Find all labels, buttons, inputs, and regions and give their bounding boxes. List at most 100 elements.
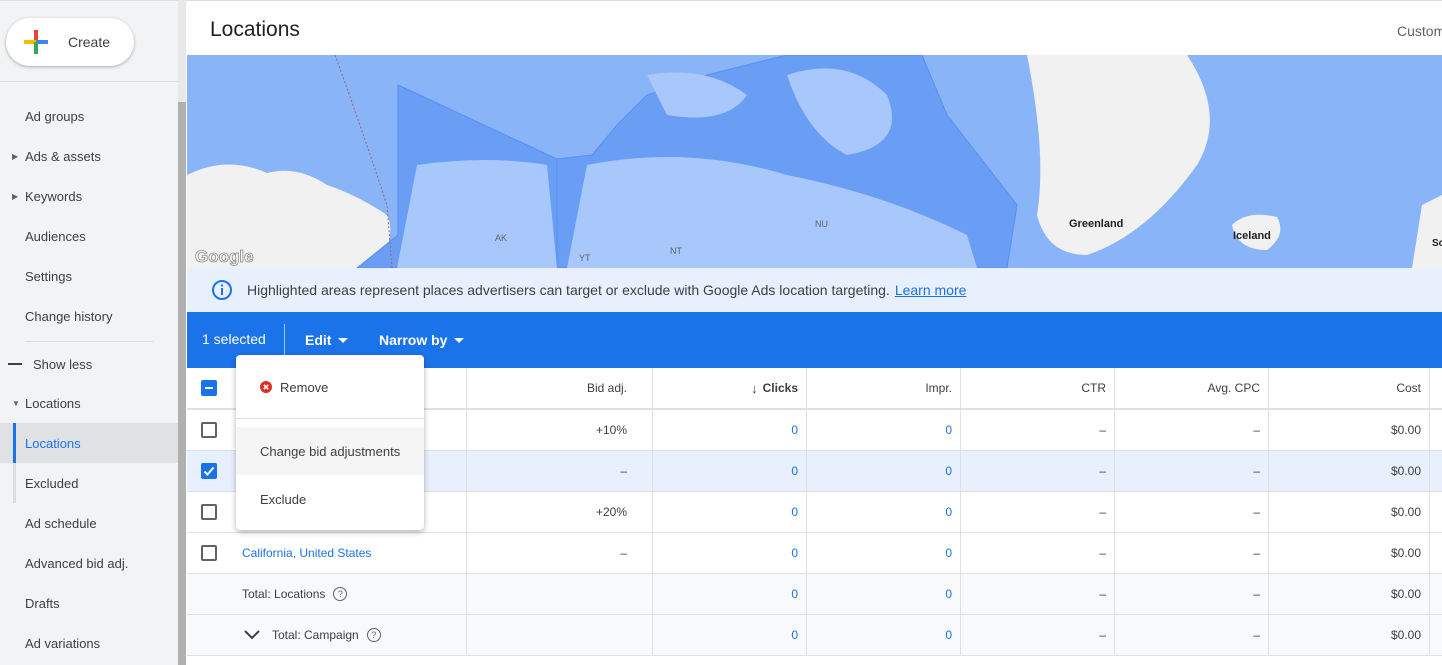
nav-locations[interactable]: Locations — [0, 423, 178, 463]
map-label-sc: Sc — [1432, 238, 1442, 249]
nav-keywords[interactable]: ▶ Keywords — [0, 176, 178, 216]
impr-cell: 0 — [807, 410, 961, 450]
column-avg-cpc[interactable]: Avg. CPC — [1115, 368, 1269, 408]
menu-item-change-bid[interactable]: Change bid adjustments — [236, 427, 424, 475]
show-less-button[interactable]: Show less — [0, 344, 178, 384]
nav-label: Locations — [25, 395, 81, 411]
bid-adj-cell[interactable]: +10% — [467, 410, 653, 450]
ctr-cell: – — [961, 533, 1115, 573]
nav-ad-groups[interactable]: Ad groups — [0, 96, 178, 136]
divider — [284, 324, 285, 356]
clicks-cell: 0 — [653, 533, 807, 573]
info-banner: Highlighted areas represent places adver… — [187, 268, 1442, 312]
nav-label: Advanced bid adj. — [25, 555, 129, 571]
location-link[interactable]: California, United States — [242, 546, 371, 560]
cost-cell: $0.00 — [1269, 615, 1430, 655]
customize-button[interactable]: Customize — [1397, 23, 1442, 39]
nav-label: Excluded — [25, 475, 79, 491]
column-clicks[interactable]: ↓ Clicks — [653, 368, 807, 408]
cpc-cell: – — [1115, 574, 1269, 614]
row-checkbox[interactable] — [200, 504, 217, 520]
bid-adj-cell[interactable]: +20% — [467, 492, 653, 532]
plus-icon — [24, 30, 48, 54]
map-label-iceland: Iceland — [1233, 230, 1271, 242]
nav-ad-schedule[interactable]: Ad schedule — [0, 503, 178, 543]
nav-label: Ad schedule — [25, 515, 97, 531]
ctr-cell: – — [961, 615, 1115, 655]
page-title: Locations — [210, 18, 300, 41]
bid-adj-cell[interactable]: – — [467, 451, 653, 491]
map-label-nt: NT — [670, 246, 682, 256]
nav-settings[interactable]: Settings — [0, 256, 178, 296]
column-ctr[interactable]: CTR — [961, 368, 1115, 408]
create-label: Create — [68, 34, 111, 50]
cpc-cell: – — [1115, 533, 1269, 573]
nav-excluded[interactable]: Excluded — [0, 463, 178, 503]
impr-cell: 0 — [807, 615, 961, 655]
column-impr[interactable]: Impr. — [807, 368, 961, 408]
google-logo: Google — [195, 247, 254, 266]
bid-adj-cell[interactable]: – — [467, 533, 653, 573]
row-checkbox[interactable] — [200, 463, 217, 479]
edit-menu: Remove Change bid adjustments Exclude — [236, 355, 424, 530]
ctr-cell: – — [961, 451, 1115, 491]
menu-item-remove[interactable]: Remove — [236, 363, 424, 411]
nav-audiences[interactable]: Audiences — [0, 216, 178, 256]
edit-dropdown[interactable]: Edit — [305, 332, 349, 348]
check-icon — [203, 466, 214, 476]
divider — [0, 81, 178, 82]
total-row: Total: Locations? 0 0 – – $0.00 — [187, 574, 1442, 615]
cost-cell: $0.00 — [1269, 533, 1430, 573]
ctr-cell: – — [961, 574, 1115, 614]
row-checkbox[interactable] — [200, 422, 217, 438]
scrollbar-thumb[interactable] — [178, 102, 186, 665]
nav-ad-variations[interactable]: Ad variations — [0, 623, 178, 663]
map-graphic: Greenland Iceland AK YT NT NU Sc Google — [187, 55, 1442, 268]
remove-icon — [260, 381, 272, 393]
total-label: Total: Locations — [242, 587, 326, 601]
nav-label: Locations — [25, 435, 81, 451]
narrow-by-dropdown[interactable]: Narrow by — [379, 332, 465, 348]
map-label-greenland: Greenland — [1069, 218, 1123, 230]
cost-cell: $0.00 — [1269, 492, 1430, 532]
create-button[interactable]: Create — [6, 18, 134, 66]
impr-cell: 0 — [807, 451, 961, 491]
column-bid-adj[interactable]: Bid adj. — [467, 368, 653, 408]
menu-item-exclude[interactable]: Exclude — [236, 475, 424, 523]
narrow-label: Narrow by — [379, 332, 448, 348]
nav-label: Drafts — [25, 595, 60, 611]
total-row: Total: Campaign? 0 0 – – $0.00 — [187, 615, 1442, 656]
cpc-cell: – — [1115, 615, 1269, 655]
nav-change-history[interactable]: Change history — [0, 296, 178, 336]
selected-count: 1 selected — [202, 331, 266, 347]
impr-cell: 0 — [807, 533, 961, 573]
ctr-cell: – — [961, 492, 1115, 532]
help-icon[interactable]: ? — [366, 628, 381, 642]
edit-label: Edit — [305, 332, 332, 348]
info-text: Highlighted areas represent places adver… — [247, 282, 890, 298]
ctr-cell: – — [961, 410, 1115, 450]
divider — [25, 341, 153, 342]
menu-label: Exclude — [260, 491, 307, 507]
nav-ads-assets[interactable]: ▶ Ads & assets — [0, 136, 178, 176]
cost-cell: $0.00 — [1269, 574, 1430, 614]
total-label: Total: Campaign — [272, 628, 359, 642]
help-icon[interactable]: ? — [333, 587, 348, 601]
learn-more-link[interactable]: Learn more — [895, 282, 967, 298]
row-checkbox[interactable] — [200, 545, 217, 561]
column-cost[interactable]: Cost — [1269, 368, 1430, 408]
menu-label: Remove — [280, 379, 329, 395]
nav-advanced-bid[interactable]: Advanced bid adj. — [0, 543, 178, 583]
clicks-cell: 0 — [653, 410, 807, 450]
impr-cell: 0 — [807, 574, 961, 614]
nav-locations-group[interactable]: ▼ Locations — [0, 383, 178, 423]
nav-drafts[interactable]: Drafts — [0, 583, 178, 623]
nav-label: Audiences — [25, 228, 86, 244]
nav-label: Ad variations — [25, 635, 101, 651]
caret-down-icon: ▼ — [12, 398, 20, 408]
caret-down-icon — [454, 337, 465, 343]
table-row: California, United States – 0 0 – – $0.0… — [187, 533, 1442, 574]
select-all-checkbox[interactable] — [200, 380, 217, 396]
map[interactable]: Greenland Iceland AK YT NT NU Sc Google — [187, 55, 1442, 268]
chevron-down-icon[interactable] — [244, 630, 260, 640]
